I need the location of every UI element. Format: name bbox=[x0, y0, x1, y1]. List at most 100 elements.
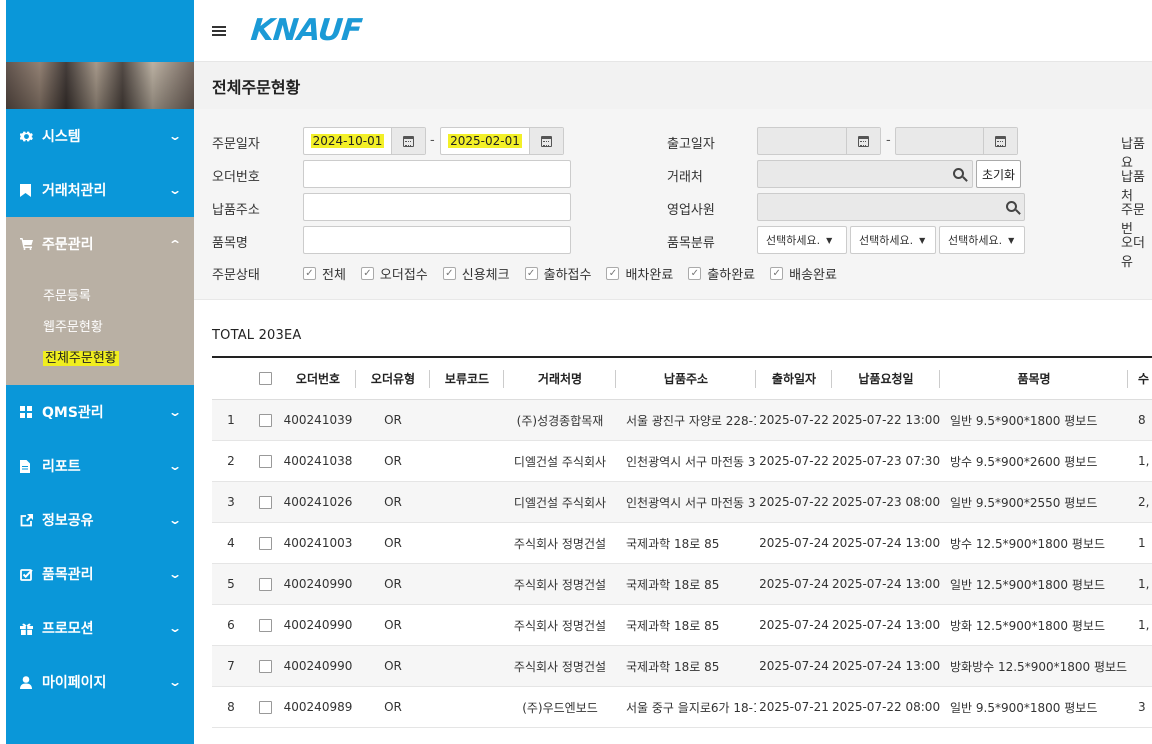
status-checkbox-order-received[interactable]: ✓ 오더접수 bbox=[360, 264, 428, 283]
main-content: KNAUF 전체주문현황 주문일자 오더번호 납품주소 품목명 주문상태 202… bbox=[194, 0, 1152, 744]
row-checkbox[interactable] bbox=[258, 495, 272, 509]
row-checkbox[interactable] bbox=[258, 577, 272, 591]
sidebar-submenu-orders: 주문등록 웹주문현황 전체주문현황 bbox=[6, 271, 194, 385]
search-icon[interactable] bbox=[1006, 201, 1017, 212]
header-item-name[interactable]: 품목명 bbox=[940, 358, 1128, 399]
row-checkbox[interactable] bbox=[258, 454, 272, 468]
order-date-from-field[interactable]: 2024-10-01 bbox=[303, 127, 426, 155]
item-name-cell: 일반 9.5*900*1800 평보드 bbox=[950, 700, 1098, 715]
select-value: 선택하세요. bbox=[859, 234, 914, 247]
order-no-cell: 400240990 bbox=[283, 618, 353, 632]
header-select-all[interactable] bbox=[250, 358, 280, 399]
row-select-cell[interactable] bbox=[250, 400, 280, 440]
sidebar-item-orders[interactable]: 주문관리 ⌄ bbox=[6, 217, 194, 271]
customer-cell: 주식회사 정명건설 bbox=[513, 577, 607, 592]
item-class-select-2[interactable]: 선택하세요. ▼ bbox=[850, 226, 936, 254]
sidebar-item-system[interactable]: 시스템 ⌄ bbox=[6, 109, 194, 163]
row-select-cell[interactable] bbox=[250, 564, 280, 604]
sidebar-header bbox=[6, 0, 194, 62]
header-hold-code[interactable]: 보류코드 bbox=[430, 358, 504, 399]
row-select-cell[interactable] bbox=[250, 482, 280, 522]
table-row[interactable]: 8 400240989 OR (주)우드엔보드 서울 중구 을지로6가 18-1 2025… bbox=[212, 687, 1152, 728]
status-checkbox-credit-check[interactable]: ✓ 신용체크 bbox=[442, 264, 510, 283]
customer-input[interactable] bbox=[757, 160, 973, 188]
address-cell: 인천광역시 서구 마전동 3( bbox=[626, 454, 756, 469]
calendar-icon[interactable] bbox=[529, 128, 563, 154]
table-row[interactable]: 5 400240990 OR 주식회사 정명건설 국제과학 18로 85 2025-07-… bbox=[212, 564, 1152, 605]
header-order-no[interactable]: 오더번호 bbox=[280, 358, 356, 399]
reset-button[interactable]: 초기화 bbox=[976, 160, 1021, 188]
select-all-checkbox[interactable] bbox=[258, 372, 272, 385]
calendar-icon[interactable] bbox=[846, 128, 880, 154]
sidebar-subitem-all-order-status[interactable]: 전체주문현황 bbox=[6, 343, 194, 374]
table-row[interactable]: 3 400241026 OR 디엘건설 주식회사 인천광역시 서구 마전동 3(2025… bbox=[212, 482, 1152, 523]
item-name-input[interactable] bbox=[303, 226, 571, 254]
sales-rep-input[interactable] bbox=[757, 193, 1025, 221]
sidebar-item-products[interactable]: 품목관리 ⌄ bbox=[6, 547, 194, 601]
calendar-icon[interactable] bbox=[391, 128, 425, 154]
hamburger-menu-icon[interactable] bbox=[212, 24, 226, 38]
sidebar-item-label: 주문관리 bbox=[42, 237, 94, 253]
sidebar-item-mypage[interactable]: 마이페이지 ⌄ bbox=[6, 655, 194, 709]
ship-date-cell: 2025-07-24 bbox=[759, 659, 829, 673]
header-customer[interactable]: 거래처명 bbox=[504, 358, 616, 399]
header-address[interactable]: 납품주소 bbox=[616, 358, 756, 399]
header-ship-date[interactable]: 출하일자 bbox=[756, 358, 832, 399]
ship-date-from-field[interactable] bbox=[757, 127, 881, 155]
status-label: 출하접수 bbox=[543, 268, 592, 283]
row-checkbox[interactable] bbox=[258, 536, 272, 550]
checkbox-checked-icon: ✓ bbox=[606, 267, 620, 280]
chevron-down-icon: ⌄ bbox=[167, 183, 183, 197]
row-checkbox[interactable] bbox=[258, 659, 272, 673]
status-checkbox-dispatch-done[interactable]: ✓ 배차완료 bbox=[606, 264, 673, 283]
checkbox-icon bbox=[20, 568, 42, 581]
sidebar-item-promotion[interactable]: 프로모션 ⌄ bbox=[6, 601, 194, 655]
customer-cell: 디엘건설 주식회사 bbox=[513, 495, 607, 510]
sidebar-item-info-share[interactable]: 정보공유 ⌄ bbox=[6, 493, 194, 547]
sidebar-subitem-order-register[interactable]: 주문등록 bbox=[6, 281, 194, 312]
chevron-down-icon: ⌄ bbox=[167, 675, 183, 689]
delivery-address-input[interactable] bbox=[303, 193, 571, 221]
hold-code-cell bbox=[430, 441, 504, 481]
quantity-cell: 3 bbox=[1138, 700, 1146, 714]
header-request-date[interactable]: 납품요청일 bbox=[832, 358, 940, 399]
row-select-cell[interactable] bbox=[250, 605, 280, 645]
item-class-select-3[interactable]: 선택하세요. ▼ bbox=[939, 226, 1025, 254]
sidebar-item-label: 프로모션 bbox=[42, 621, 94, 637]
header-quantity[interactable]: 수 bbox=[1128, 358, 1152, 399]
order-date-to-field[interactable]: 2025-02-01 bbox=[440, 127, 564, 155]
ship-date-to-field[interactable] bbox=[895, 127, 1018, 155]
search-icon[interactable] bbox=[953, 168, 964, 179]
sidebar-item-customers[interactable]: 거래처관리 ⌄ bbox=[6, 163, 194, 217]
row-number: 8 bbox=[227, 700, 235, 714]
table-row[interactable]: 6 400240990 OR 주식회사 정명건설 국제과학 18로 85 2025-07-… bbox=[212, 605, 1152, 646]
order-no-cell: 400240990 bbox=[283, 659, 353, 673]
row-checkbox[interactable] bbox=[258, 700, 272, 714]
status-checkbox-delivered[interactable]: ✓ 배송완료 bbox=[770, 264, 837, 283]
sidebar-item-report[interactable]: 리포트 ⌄ bbox=[6, 439, 194, 493]
table-row[interactable]: 4 400241003 OR 주식회사 정명건설 국제과학 18로 85 2025-07-… bbox=[212, 523, 1152, 564]
table-row[interactable]: 2 400241038 OR 디엘건설 주식회사 인천광역시 서구 마전동 3(2025… bbox=[212, 441, 1152, 482]
quantity-cell: 1, bbox=[1138, 618, 1150, 632]
status-checkbox-ship-received[interactable]: ✓ 출하접수 bbox=[524, 264, 592, 283]
row-select-cell[interactable] bbox=[250, 646, 280, 686]
row-checkbox[interactable] bbox=[258, 413, 272, 427]
row-checkbox[interactable] bbox=[258, 618, 272, 632]
row-select-cell[interactable] bbox=[250, 687, 280, 727]
checkbox-checked-icon: ✓ bbox=[688, 267, 702, 280]
hold-code-cell bbox=[430, 687, 504, 727]
row-select-cell[interactable] bbox=[250, 523, 280, 563]
status-checkbox-shipped[interactable]: ✓ 출하완료 bbox=[688, 264, 755, 283]
table-row[interactable]: 7 400240990 OR 주식회사 정명건설 국제과학 18로 85 2025-07-… bbox=[212, 646, 1152, 687]
sidebar-item-qms[interactable]: QMS관리 ⌄ bbox=[6, 385, 194, 439]
sidebar-subitem-web-order-status[interactable]: 웹주문현황 bbox=[6, 312, 194, 343]
table-row[interactable]: 1 400241039 OR (주)성경종합목재 서울 광진구 자양로 228-1 202… bbox=[212, 400, 1152, 441]
ship-date-cell: 2025-07-21 bbox=[759, 700, 829, 714]
chevron-down-icon: ⌄ bbox=[167, 621, 183, 635]
header-order-type[interactable]: 오더유형 bbox=[356, 358, 430, 399]
item-class-select-1[interactable]: 선택하세요. ▼ bbox=[757, 226, 847, 254]
calendar-icon[interactable] bbox=[983, 128, 1017, 154]
order-no-input[interactable] bbox=[303, 160, 571, 188]
status-checkbox-all[interactable]: ✓ 전체 bbox=[303, 264, 346, 283]
row-select-cell[interactable] bbox=[250, 441, 280, 481]
